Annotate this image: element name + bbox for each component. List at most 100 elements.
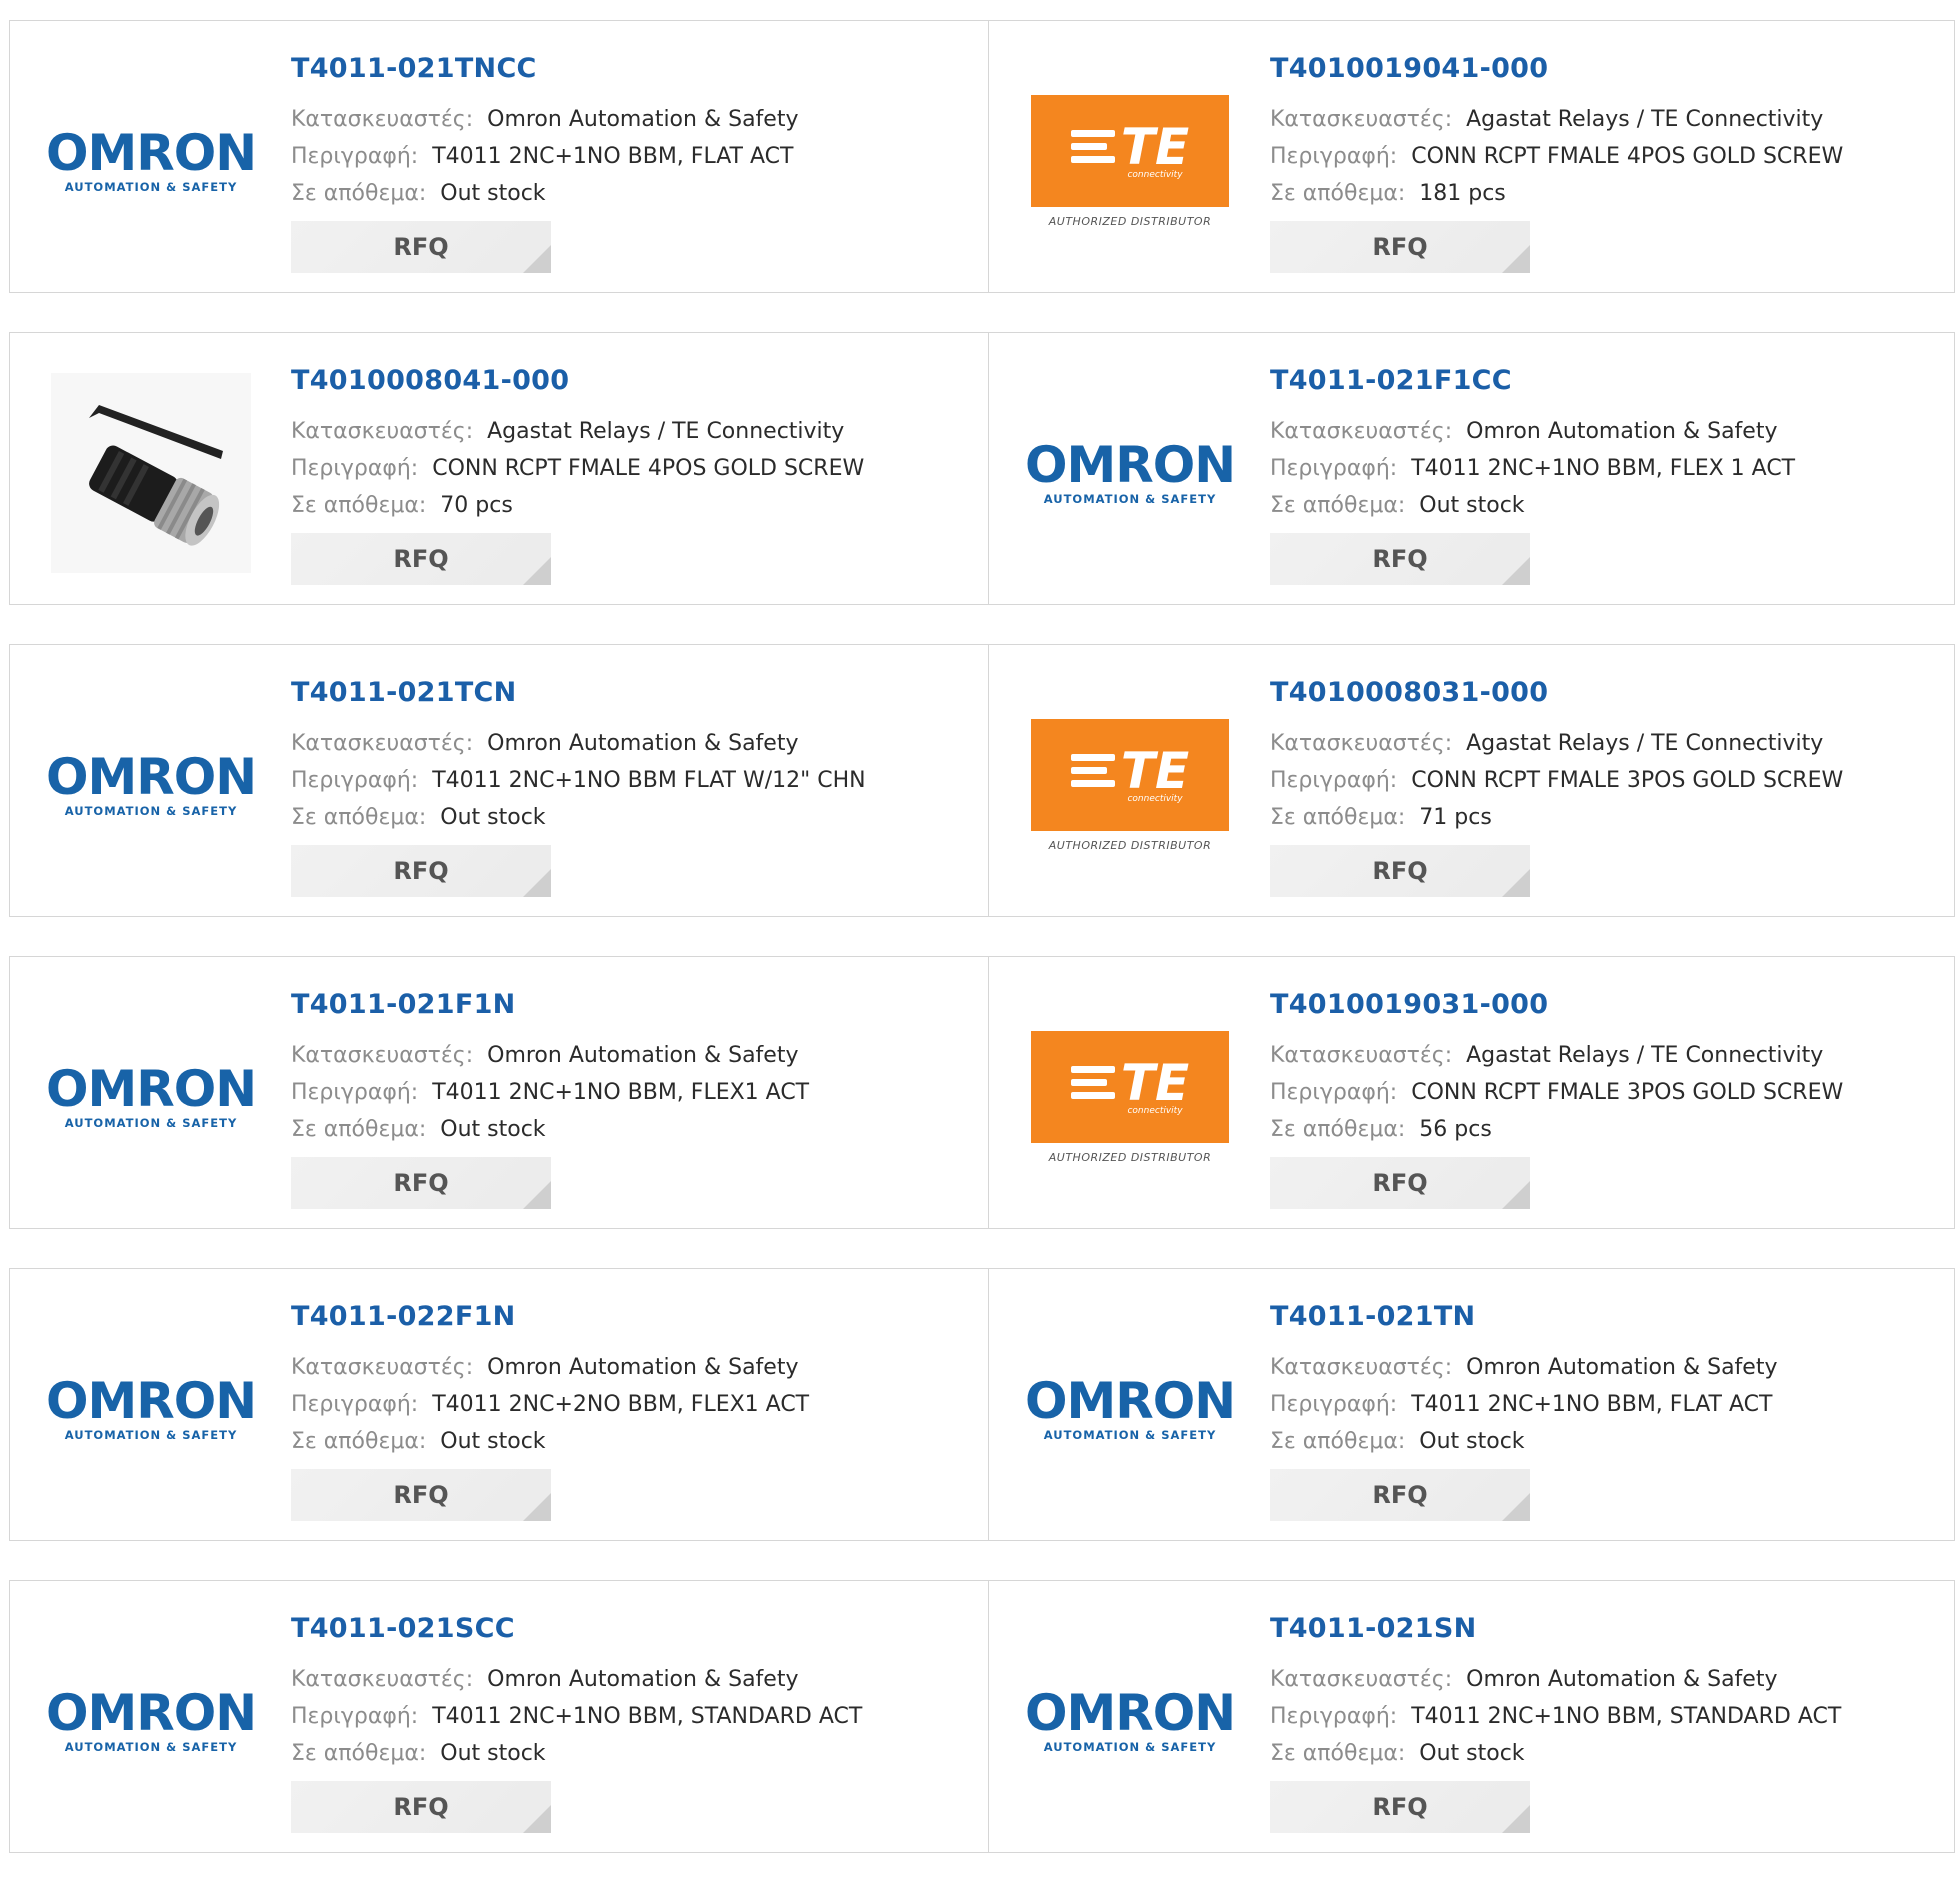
stock-line: Σε απόθεμα: Out stock	[291, 799, 866, 836]
part-number-link[interactable]: T4011-021TN	[1270, 1299, 1777, 1335]
description-line: Περιγραφή: CONN RCPT FMALE 4POS GOLD SCRE…	[1270, 138, 1843, 175]
rfq-button[interactable]: RFQ	[1270, 1157, 1530, 1209]
product-info: T4011-021TCN Κατασκευαστές: Omron Automati…	[291, 675, 866, 836]
stock-value: Out stock	[1419, 493, 1525, 518]
product-row: OMRON AUTOMATION & SAFETY T4011-021F1N Κα…	[9, 956, 1955, 1229]
description-value: T4011 2NC+1NO BBM, FLEX1 ACT	[432, 1080, 810, 1105]
manufacturer-line: Κατασκευαστές: Omron Automation & Safety	[291, 1349, 809, 1386]
te-bars-icon	[1070, 127, 1115, 166]
part-number-link[interactable]: T4011-021TNCC	[291, 51, 798, 87]
product-card: OMRON AUTOMATION & SAFETY T4011-021SN Κατ…	[988, 1581, 1954, 1852]
part-number-link[interactable]: T4010019031-000	[1270, 987, 1843, 1023]
manufacturer-value: Omron Automation & Safety	[487, 1667, 799, 1692]
description-line: Περιγραφή: T4011 2NC+1NO BBM FLAT W/12" C…	[291, 762, 866, 799]
part-number-link[interactable]: T4011-021SCC	[291, 1611, 862, 1647]
manufacturer-line: Κατασκευαστές: Agastat Relays / TE Connec…	[1270, 725, 1843, 762]
stock-label: Σε απόθεμα:	[1270, 1117, 1406, 1142]
product-info: T4011-021F1CC Κατασκευαστές: Omron Automat…	[1270, 363, 1795, 524]
stock-label: Σε απόθεμα:	[291, 805, 427, 830]
part-number-link[interactable]: T4010019041-000	[1270, 51, 1843, 87]
product-row: T4010008041-000 Κατασκευαστές: Agastat Rel…	[9, 332, 1955, 605]
description-value: CONN RCPT FMALE 4POS GOLD SCREW	[432, 456, 865, 481]
description-line: Περιγραφή: T4011 2NC+1NO BBM, FLAT ACT	[1270, 1386, 1777, 1423]
product-info: T4010019031-000 Κατασκευαστές: Agastat Rel…	[1270, 987, 1843, 1148]
manufacturer-value: Omron Automation & Safety	[487, 731, 799, 756]
manufacturer-label: Κατασκευαστές:	[291, 1355, 474, 1380]
product-card: OMRON AUTOMATION & SAFETY T4011-021F1CC Κ…	[988, 333, 1954, 604]
omron-logo-word: OMRON	[1024, 1372, 1236, 1430]
stock-value: Out stock	[440, 1117, 546, 1142]
manufacturer-line: Κατασκευαστές: Agastat Relays / TE Connec…	[291, 413, 864, 450]
stock-value: Out stock	[1419, 1429, 1525, 1454]
stock-line: Σε απόθεμα: Out stock	[1270, 1423, 1777, 1460]
rfq-button[interactable]: RFQ	[291, 1157, 551, 1209]
manufacturer-logo: TE connectivity AUTHORIZED DISTRIBUTOR	[1030, 997, 1230, 1197]
te-logo-letters: TE	[1120, 117, 1190, 176]
rfq-button[interactable]: RFQ	[1270, 1469, 1530, 1521]
rfq-button[interactable]: RFQ	[1270, 1781, 1530, 1833]
stock-value: 70 pcs	[440, 493, 513, 518]
rfq-button[interactable]: RFQ	[291, 1469, 551, 1521]
manufacturer-line: Κατασκευαστές: Omron Automation & Safety	[291, 1661, 862, 1698]
omron-logo-word: OMRON	[45, 1684, 257, 1742]
omron-logo-subtitle: AUTOMATION & SAFETY	[1043, 1740, 1217, 1754]
description-line: Περιγραφή: CONN RCPT FMALE 4POS GOLD SCRE…	[291, 450, 864, 487]
manufacturer-value: Agastat Relays / TE Connectivity	[1466, 1043, 1824, 1068]
te-logo-letters: TE	[1120, 1053, 1190, 1112]
rfq-button[interactable]: RFQ	[291, 221, 551, 273]
manufacturer-logo: OMRON AUTOMATION & SAFETY	[46, 685, 257, 885]
manufacturer-label: Κατασκευαστές:	[291, 1043, 474, 1068]
omron-logo: OMRON AUTOMATION & SAFETY	[1025, 1688, 1236, 1754]
manufacturer-value: Agastat Relays / TE Connectivity	[1466, 107, 1824, 132]
stock-value: Out stock	[440, 805, 546, 830]
description-value: T4011 2NC+1NO BBM, FLAT ACT	[1411, 1392, 1773, 1417]
part-number-link[interactable]: T4011-021F1CC	[1270, 363, 1795, 399]
manufacturer-label: Κατασκευαστές:	[1270, 419, 1453, 444]
description-label: Περιγραφή:	[291, 1704, 419, 1729]
description-label: Περιγραφή:	[291, 1392, 419, 1417]
description-line: Περιγραφή: T4011 2NC+1NO BBM, FLAT ACT	[291, 138, 798, 175]
rfq-button[interactable]: RFQ	[291, 533, 551, 585]
stock-line: Σε απόθεμα: 70 pcs	[291, 487, 864, 524]
stock-label: Σε απόθεμα:	[291, 181, 427, 206]
product-info: T4011-022F1N Κατασκευαστές: Omron Automati…	[291, 1299, 809, 1460]
stock-line: Σε απόθεμα: Out stock	[291, 1111, 809, 1148]
description-label: Περιγραφή:	[291, 768, 419, 793]
description-label: Περιγραφή:	[1270, 768, 1398, 793]
rfq-button[interactable]: RFQ	[291, 1781, 551, 1833]
product-card: OMRON AUTOMATION & SAFETY T4011-021SCC Κα…	[10, 1581, 988, 1852]
manufacturer-logo: OMRON AUTOMATION & SAFETY	[46, 1309, 257, 1509]
manufacturer-logo: OMRON AUTOMATION & SAFETY	[1025, 1621, 1236, 1821]
part-number-link[interactable]: T4011-022F1N	[291, 1299, 809, 1335]
te-connectivity-logo: TE connectivity AUTHORIZED DISTRIBUTOR	[1030, 1030, 1230, 1164]
rfq-button[interactable]: RFQ	[1270, 845, 1530, 897]
product-card: TE connectivity AUTHORIZED DISTRIBUTOR T…	[988, 957, 1954, 1228]
part-number-link[interactable]: T4011-021SN	[1270, 1611, 1841, 1647]
part-number-link[interactable]: T4011-021F1N	[291, 987, 809, 1023]
manufacturer-line: Κατασκευαστές: Agastat Relays / TE Connec…	[1270, 1037, 1843, 1074]
stock-value: Out stock	[440, 181, 546, 206]
stock-label: Σε απόθεμα:	[1270, 805, 1406, 830]
description-label: Περιγραφή:	[1270, 1392, 1398, 1417]
description-label: Περιγραφή:	[1270, 144, 1398, 169]
part-number-link[interactable]: T4010008041-000	[291, 363, 864, 399]
part-number-link[interactable]: T4010008031-000	[1270, 675, 1843, 711]
authorized-distributor-label: AUTHORIZED DISTRIBUTOR	[1048, 214, 1212, 228]
manufacturer-label: Κατασκευαστές:	[291, 1667, 474, 1692]
stock-label: Σε απόθεμα:	[1270, 1429, 1406, 1454]
description-value: CONN RCPT FMALE 3POS GOLD SCREW	[1411, 768, 1844, 793]
product-row: OMRON AUTOMATION & SAFETY T4011-021TNCC Κ…	[9, 20, 1955, 293]
rfq-button[interactable]: RFQ	[1270, 221, 1530, 273]
stock-label: Σε απόθεμα:	[291, 1741, 427, 1766]
rfq-button[interactable]: RFQ	[291, 845, 551, 897]
description-line: Περιγραφή: T4011 2NC+1NO BBM, STANDARD AC…	[1270, 1698, 1841, 1735]
description-label: Περιγραφή:	[1270, 456, 1398, 481]
te-logo-connectivity: connectivity	[1127, 793, 1183, 804]
stock-value: Out stock	[440, 1429, 546, 1454]
rfq-button[interactable]: RFQ	[1270, 533, 1530, 585]
product-info: T4011-021SCC Κατασκευαστές: Omron Automati…	[291, 1611, 862, 1772]
omron-logo: OMRON AUTOMATION & SAFETY	[46, 1376, 257, 1442]
part-number-link[interactable]: T4011-021TCN	[291, 675, 866, 711]
omron-logo-subtitle: AUTOMATION & SAFETY	[64, 804, 238, 818]
manufacturer-label: Κατασκευαστές:	[1270, 1667, 1453, 1692]
